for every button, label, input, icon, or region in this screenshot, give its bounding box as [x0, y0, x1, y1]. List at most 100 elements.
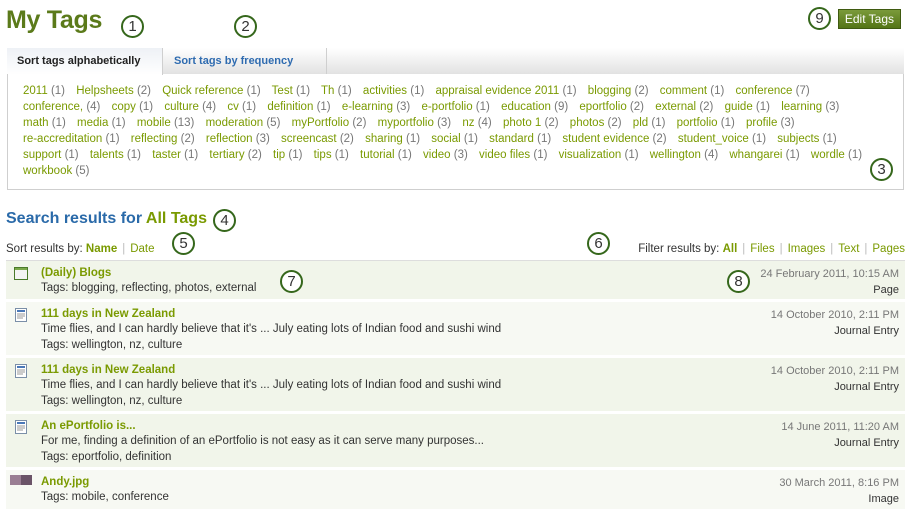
- callout-1: 1: [121, 15, 144, 38]
- result-type: Page: [873, 284, 899, 296]
- tag-link[interactable]: visualization (1): [559, 149, 639, 161]
- filter-pages-link[interactable]: Pages: [872, 243, 905, 255]
- filter-files-link[interactable]: Files: [750, 243, 774, 255]
- tag-count: (1): [410, 85, 425, 97]
- tag-link[interactable]: photo 1 (2): [503, 117, 559, 129]
- tag-link[interactable]: wellington (4): [650, 149, 718, 161]
- tag-link[interactable]: e-learning (3): [342, 101, 410, 113]
- tag-count: (2): [629, 101, 644, 113]
- tag-link[interactable]: comment (1): [660, 85, 725, 97]
- tag-link[interactable]: video (3): [423, 149, 468, 161]
- tab-sort-by-frequency[interactable]: Sort tags by frequency: [164, 48, 327, 74]
- tag-name: eportfolio: [579, 101, 627, 113]
- tag-link[interactable]: tips (1): [314, 149, 349, 161]
- tag-count: (1): [785, 149, 800, 161]
- tag-name: tertiary: [209, 149, 245, 161]
- result-title-link[interactable]: Andy.jpg: [41, 475, 899, 489]
- tag-link[interactable]: 2011 (1): [23, 85, 65, 97]
- tag-link[interactable]: sharing (1): [365, 133, 420, 145]
- tag-link[interactable]: student_voice (1): [678, 133, 766, 145]
- tag-link[interactable]: Test (1): [272, 85, 310, 97]
- tag-link[interactable]: nz (4): [462, 117, 491, 129]
- tag-link[interactable]: re-accreditation (1): [23, 133, 120, 145]
- tag-link[interactable]: photos (2): [570, 117, 622, 129]
- tag-link[interactable]: Quick reference (1): [162, 85, 260, 97]
- result-title-link[interactable]: An ePortfolio is...: [41, 419, 899, 433]
- tag-count: (1): [105, 133, 120, 145]
- tag-name: workbook: [23, 165, 73, 177]
- tag-link[interactable]: Th (1): [321, 85, 352, 97]
- tag-link[interactable]: workbook (5): [23, 165, 89, 177]
- tag-link[interactable]: tertiary (2): [209, 149, 261, 161]
- tag-count: (3): [780, 117, 795, 129]
- tag-name: activities: [362, 85, 408, 97]
- result-row: An ePortfolio is... For me, finding a de…: [6, 414, 905, 470]
- tag-link[interactable]: taster (1): [152, 149, 198, 161]
- tag-link[interactable]: tip (1): [273, 149, 302, 161]
- tag-link[interactable]: definition (1): [267, 101, 330, 113]
- callout-8: 8: [727, 270, 750, 293]
- tag-link[interactable]: screencast (2): [281, 133, 354, 145]
- tag-name: photo 1: [502, 117, 542, 129]
- tag-link[interactable]: tutorial (1): [360, 149, 412, 161]
- tag-link[interactable]: math (1): [23, 117, 66, 129]
- tag-link[interactable]: social (1): [431, 133, 478, 145]
- tag-link[interactable]: wordle (1): [811, 149, 862, 161]
- tag-link[interactable]: mobile (13): [137, 117, 195, 129]
- tag-name: Quick reference: [162, 85, 244, 97]
- tag-link[interactable]: learning (3): [781, 101, 839, 113]
- separator: |: [742, 243, 746, 255]
- filter-all-link[interactable]: All: [723, 243, 738, 255]
- tag-link[interactable]: guide (1): [725, 101, 770, 113]
- tag-link[interactable]: myportfolio (3): [378, 117, 452, 129]
- tag-link[interactable]: subjects (1): [777, 133, 836, 145]
- sort-by-date-link[interactable]: Date: [130, 243, 154, 255]
- tag-link[interactable]: copy (1): [112, 101, 154, 113]
- tag-count: (1): [334, 149, 349, 161]
- tag-link[interactable]: support (1): [23, 149, 79, 161]
- edit-tags-button[interactable]: Edit Tags: [837, 9, 901, 29]
- tag-link[interactable]: external (2): [655, 101, 713, 113]
- tag-link[interactable]: profile (3): [746, 117, 795, 129]
- tag-link[interactable]: portfolio (1): [677, 117, 735, 129]
- tag-count: (1): [246, 85, 261, 97]
- tag-link[interactable]: standard (1): [489, 133, 551, 145]
- tag-name: appraisal evidence 2011: [435, 85, 560, 97]
- image-thumbnail-icon[interactable]: [10, 475, 32, 485]
- tag-link[interactable]: e-portfolio (1): [421, 101, 489, 113]
- tag-link[interactable]: blogging (2): [588, 85, 649, 97]
- tag-link[interactable]: eportfolio (2): [579, 101, 644, 113]
- filter-images-link[interactable]: Images: [788, 243, 826, 255]
- tag-count: (1): [475, 101, 490, 113]
- result-tags: Tags: eportfolio, definition: [41, 451, 172, 463]
- tag-name: profile: [746, 117, 778, 129]
- tag-link[interactable]: pld (1): [633, 117, 666, 129]
- tag-link[interactable]: media (1): [77, 117, 126, 129]
- tag-link[interactable]: culture (4): [164, 101, 216, 113]
- filter-text-link[interactable]: Text: [838, 243, 859, 255]
- tag-link[interactable]: reflecting (2): [131, 133, 195, 145]
- tag-link[interactable]: moderation (5): [206, 117, 281, 129]
- tag-count: (1): [295, 85, 311, 97]
- tag-link[interactable]: conference, (4): [23, 101, 100, 113]
- tag-count: (2): [607, 117, 622, 129]
- sort-by-name-link[interactable]: Name: [86, 243, 117, 255]
- tag-name: myportfolio: [377, 117, 434, 129]
- tag-link[interactable]: whangarei (1): [729, 149, 799, 161]
- tag-link[interactable]: video files (1): [479, 149, 547, 161]
- tag-link[interactable]: Helpsheets (2): [76, 85, 151, 97]
- tag-count: (1): [562, 85, 577, 97]
- tag-link[interactable]: conference (7): [736, 85, 810, 97]
- tab-sort-alphabetically[interactable]: Sort tags alphabetically: [7, 48, 163, 75]
- tag-name: cv: [227, 101, 239, 113]
- tag-link[interactable]: education (9): [501, 101, 568, 113]
- tag-name: education: [501, 101, 551, 113]
- tag-link[interactable]: cv (1): [227, 101, 256, 113]
- tag-link[interactable]: reflection (3): [206, 133, 270, 145]
- tag-link[interactable]: talents (1): [90, 149, 141, 161]
- tag-link[interactable]: activities (1): [363, 85, 424, 97]
- tag-link[interactable]: myPortfolio (2): [292, 117, 367, 129]
- tag-link[interactable]: student evidence (2): [562, 133, 666, 145]
- tag-name: portfolio: [676, 117, 718, 129]
- tag-link[interactable]: appraisal evidence 2011 (1): [436, 85, 577, 97]
